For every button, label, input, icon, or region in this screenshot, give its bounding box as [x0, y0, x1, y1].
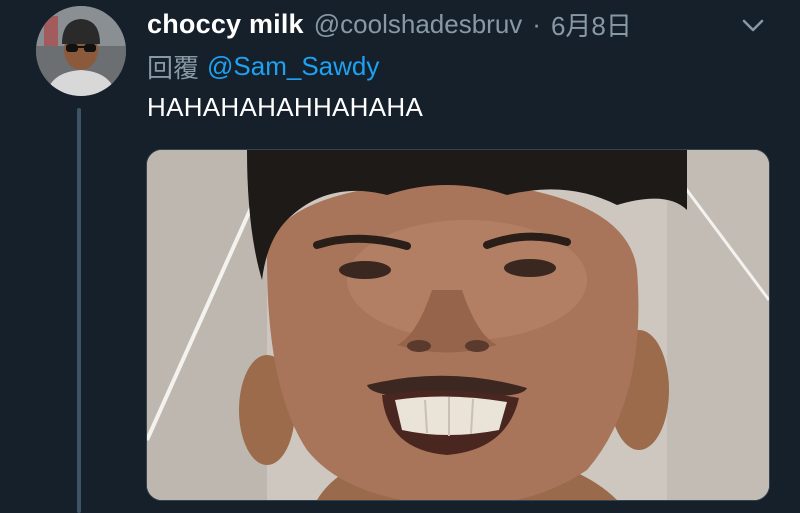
reply-prefix: 回覆 — [147, 52, 200, 83]
chevron-down-icon[interactable] — [738, 10, 768, 40]
tweet-image[interactable] — [146, 149, 770, 501]
timestamp[interactable]: 6月8日 — [551, 6, 632, 43]
tweet-header: choccy milk @coolshadesbruv · 6月8日 — [147, 4, 632, 44]
tweet-text: HAHAHAHAHHAHAHA — [147, 92, 424, 122]
reply-mention-link[interactable]: @Sam_Sawdy — [207, 51, 379, 82]
separator-dot: · — [532, 8, 541, 39]
tweet: choccy milk @coolshadesbruv · 6月8日 回覆 @S… — [0, 0, 800, 513]
display-name[interactable]: choccy milk — [147, 9, 304, 40]
user-handle[interactable]: @coolshadesbruv — [314, 9, 523, 40]
thread-line — [77, 108, 81, 513]
reply-context: 回覆 @Sam_Sawdy — [147, 48, 379, 84]
avatar[interactable] — [36, 6, 126, 96]
